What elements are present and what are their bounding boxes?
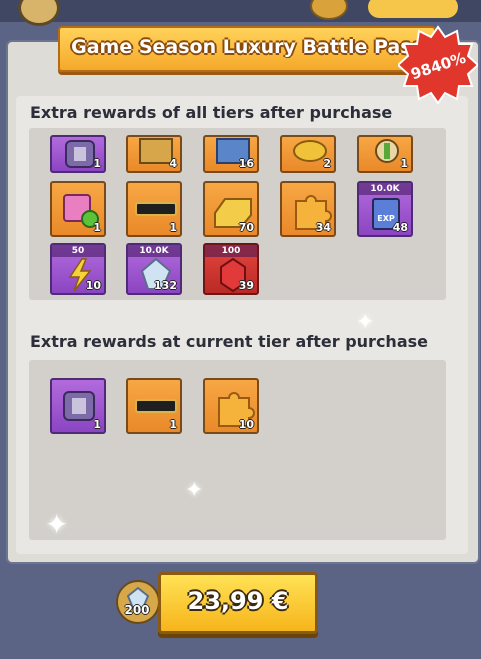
price-label: 23,99 €	[187, 587, 289, 615]
reward-item[interactable]: 1	[357, 135, 413, 173]
sparkle-icon: ✦	[45, 508, 69, 541]
reward-item[interactable]: 1	[126, 378, 182, 434]
reward-item[interactable]: 10.0K EXP 48	[357, 181, 413, 237]
reward-item[interactable]: 100 39	[203, 243, 259, 295]
purchase-button[interactable]: 23,99 €	[158, 572, 318, 634]
reward-item[interactable]: 70	[203, 181, 259, 237]
gem-bonus-count: 200	[124, 603, 150, 617]
sparkle-icon: ✦	[185, 478, 204, 503]
currency-badge	[368, 0, 458, 18]
reward-item[interactable]: 1	[50, 378, 106, 434]
gem-bonus-badge	[116, 580, 160, 624]
reward-item[interactable]: 4	[126, 135, 182, 173]
reward-item[interactable]: 1	[126, 181, 182, 237]
reward-item[interactable]: 10.0K 132	[126, 243, 182, 295]
reward-item[interactable]: 1	[50, 135, 106, 173]
reward-item[interactable]: 50 10	[50, 243, 106, 295]
reward-item[interactable]: 10	[203, 378, 259, 434]
sparkle-icon: ✦	[356, 310, 375, 335]
reward-item[interactable]: 34	[280, 181, 336, 237]
page-title: Game Season Luxury Battle Pass	[71, 36, 423, 58]
reward-item[interactable]: 1	[50, 181, 106, 237]
reward-item[interactable]: 2	[280, 135, 336, 173]
discount-badge: 9840%	[398, 25, 478, 105]
eye-icon[interactable]	[18, 0, 60, 26]
all-tiers-title: Extra rewards of all tiers after purchas…	[30, 103, 393, 122]
title-banner: Game Season Luxury Battle Pass	[58, 26, 436, 72]
reward-item[interactable]: 16	[203, 135, 259, 173]
